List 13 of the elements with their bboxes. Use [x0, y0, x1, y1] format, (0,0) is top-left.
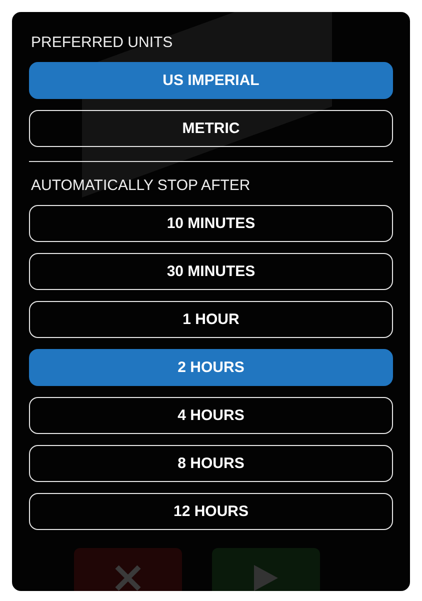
- option-button[interactable]: 30 MINUTES: [29, 253, 393, 290]
- play-icon: [252, 563, 280, 591]
- option-button[interactable]: METRIC: [29, 110, 393, 147]
- section-heading: AUTOMATICALLY STOP AFTER: [31, 177, 252, 195]
- option-button[interactable]: 2 HOURS: [29, 349, 393, 386]
- option-button[interactable]: 4 HOURS: [29, 397, 393, 434]
- section-heading: PREFERRED UNITS: [31, 34, 174, 52]
- close-icon: [114, 564, 142, 591]
- option-button[interactable]: 10 MINUTES: [29, 205, 393, 242]
- option-button[interactable]: 12 HOURS: [29, 493, 393, 530]
- option-button[interactable]: 8 HOURS: [29, 445, 393, 482]
- option-button[interactable]: 1 HOUR: [29, 301, 393, 338]
- option-button[interactable]: US IMPERIAL: [29, 62, 393, 99]
